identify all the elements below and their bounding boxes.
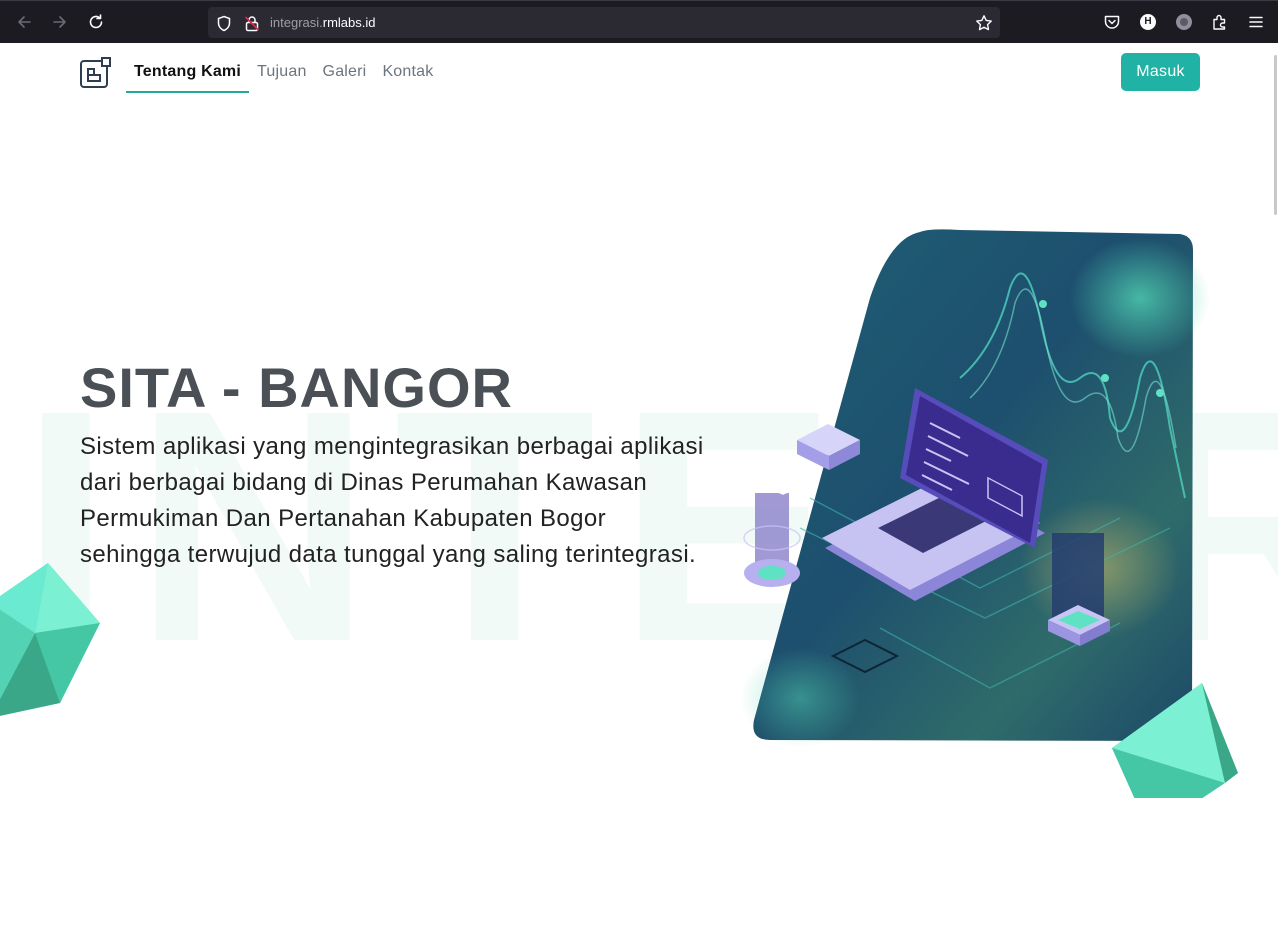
url-text[interactable]: integrasi.rmlabs.id xyxy=(270,14,376,32)
login-button[interactable]: Masuk xyxy=(1121,53,1200,91)
hero-title: SITA - BANGOR xyxy=(80,356,513,419)
account-icon[interactable] xyxy=(1174,12,1194,32)
arrow-right-icon xyxy=(53,16,66,28)
hero-illustration xyxy=(740,229,1238,798)
web-page: INTEGR Tentang Kami Tujuan Galeri Kontak… xyxy=(0,43,1278,934)
extensions-icon[interactable] xyxy=(1210,12,1230,32)
pocket-icon[interactable] xyxy=(1102,12,1122,32)
bookmark-star-icon[interactable] xyxy=(975,14,993,32)
back-button[interactable] xyxy=(12,10,36,34)
insecure-lock-icon[interactable] xyxy=(243,14,261,32)
reload-icon xyxy=(89,14,103,29)
nav-item-tujuan[interactable]: Tujuan xyxy=(249,57,315,93)
url-prefix: integrasi. xyxy=(270,15,323,30)
forward-button[interactable] xyxy=(48,10,72,34)
nav-item-tentang-kami[interactable]: Tentang Kami xyxy=(126,57,250,93)
address-bar[interactable]: integrasi.rmlabs.id xyxy=(208,7,1000,38)
shield-icon[interactable] xyxy=(215,14,233,32)
nav-item-galeri[interactable]: Galeri xyxy=(315,57,375,93)
nav-item-kontak[interactable]: Kontak xyxy=(374,57,441,93)
page-scrollbar[interactable] xyxy=(1274,55,1277,215)
decorative-gem-left xyxy=(0,563,100,716)
hero-description: Sistem aplikasi yang mengintegrasikan be… xyxy=(80,433,704,568)
reload-button[interactable] xyxy=(84,10,108,34)
browser-toolbar: integrasi.rmlabs.id H xyxy=(0,0,1278,43)
main-nav: Tentang Kami Tujuan Galeri Kontak xyxy=(126,57,441,93)
site-logo-icon[interactable] xyxy=(80,57,111,88)
url-domain: rmlabs.id xyxy=(322,15,376,30)
profile-initial: H xyxy=(1144,16,1152,27)
hamburger-menu-icon[interactable] xyxy=(1246,12,1266,32)
arrow-left-icon xyxy=(18,16,31,28)
profile-avatar[interactable]: H xyxy=(1138,12,1158,32)
